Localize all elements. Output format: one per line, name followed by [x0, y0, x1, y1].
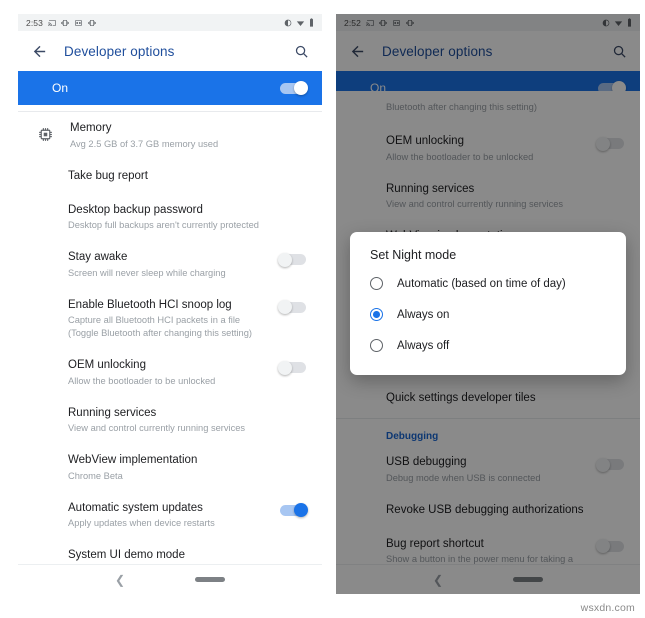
list-item-subtitle: Apply updates when device restarts — [68, 518, 215, 529]
wifi-icon — [296, 20, 305, 26]
memory-chip-icon — [34, 123, 56, 145]
radio-option-label: Automatic (based on time of day) — [397, 277, 566, 290]
radio-option-label: Always on — [397, 308, 450, 321]
nav-back-icon[interactable]: ❮ — [115, 574, 125, 586]
left-phone-screen: 2:53 Developer options On Memory Avg 2.5… — [18, 14, 322, 594]
master-toggle-switch[interactable] — [280, 81, 308, 95]
list-item-title: OEM unlocking — [68, 359, 146, 372]
list-item-subtitle: Screen will never sleep while charging — [68, 267, 226, 278]
list-item-running-services[interactable]: Running services View and control curren… — [18, 397, 322, 445]
list-item-oem-unlocking[interactable]: OEM unlocking Allow the bootloader to be… — [18, 349, 322, 397]
set-night-mode-dialog: Set Night mode Automatic (based on time … — [350, 232, 626, 375]
status-left-icons: 2:53 — [26, 18, 96, 28]
list-item-title: Automatic system updates — [68, 501, 203, 514]
radio-option-always-on[interactable]: Always on — [350, 299, 626, 330]
list-item-title: Stay awake — [68, 251, 128, 264]
list-item-title: System UI demo mode — [68, 549, 185, 562]
radio-option-label: Always off — [397, 339, 450, 352]
left-settings-list: Memory Avg 2.5 GB of 3.7 GB memory used … — [18, 112, 322, 574]
list-item-subtitle: Avg 2.5 GB of 3.7 GB memory used — [70, 138, 219, 149]
vibrate-icon-2 — [87, 19, 96, 26]
back-arrow-icon[interactable] — [30, 42, 48, 60]
bluetooth-hci-snoop-log-switch[interactable] — [278, 300, 306, 315]
radio-unselected-icon[interactable] — [370, 339, 383, 352]
left-app-bar: Developer options — [18, 31, 322, 71]
master-toggle-label: On — [52, 81, 69, 95]
dialog-title: Set Night mode — [370, 248, 457, 262]
do-not-disturb-icon — [284, 19, 292, 26]
developer-options-master-toggle-row[interactable]: On — [18, 71, 322, 105]
list-item-stay-awake[interactable]: Stay awake Screen will never sleep while… — [18, 241, 322, 289]
left-navigation-bar: ❮ — [18, 564, 322, 594]
battery-icon — [310, 18, 313, 27]
list-item-subtitle: Desktop full backups aren't currently pr… — [68, 220, 259, 231]
list-item-webview-implementation[interactable]: WebView implementation Chrome Beta — [18, 444, 322, 492]
automatic-system-updates-switch[interactable] — [280, 503, 308, 518]
left-status-bar: 2:53 — [18, 14, 322, 31]
page-title: Developer options — [64, 43, 175, 59]
list-item-subtitle: Chrome Beta — [68, 470, 123, 481]
oem-unlocking-switch[interactable] — [278, 360, 306, 375]
right-phone-screen: 2:52 Developer options On Bluetooth afte… — [336, 14, 640, 594]
list-item-take-bug-report[interactable]: Take bug report — [18, 160, 322, 194]
radio-option-automatic[interactable]: Automatic (based on time of day) — [350, 268, 626, 299]
list-item-title: Enable Bluetooth HCI snoop log — [68, 298, 232, 311]
list-item-desktop-backup-password[interactable]: Desktop backup password Desktop full bac… — [18, 194, 322, 242]
list-item-subtitle: Capture all Bluetooth HCI packets in a f… — [68, 315, 252, 339]
screenshot-icon — [75, 19, 82, 26]
list-item-memory[interactable]: Memory Avg 2.5 GB of 3.7 GB memory used — [18, 112, 322, 160]
status-clock: 2:53 — [26, 17, 43, 28]
radio-option-always-off[interactable]: Always off — [350, 330, 626, 361]
nav-home-pill[interactable] — [195, 577, 226, 582]
watermark: wsxdn.com — [580, 602, 635, 614]
list-item-title: Desktop backup password — [68, 203, 203, 216]
cast-icon — [48, 19, 56, 26]
status-right-icons — [284, 18, 314, 27]
list-item-title: WebView implementation — [68, 454, 198, 467]
radio-unselected-icon[interactable] — [370, 277, 383, 290]
list-item-bluetooth-hci-snoop-log[interactable]: Enable Bluetooth HCI snoop log Capture a… — [18, 289, 322, 350]
list-item-title: Memory — [70, 122, 112, 134]
search-icon[interactable] — [292, 42, 310, 60]
list-item-title: Take bug report — [68, 169, 148, 182]
list-item-title: Running services — [68, 406, 157, 419]
list-item-subtitle: Allow the bootloader to be unlocked — [68, 375, 216, 386]
radio-selected-icon[interactable] — [370, 308, 383, 321]
stay-awake-switch[interactable] — [278, 252, 306, 267]
list-item-subtitle: View and control currently running servi… — [68, 423, 246, 434]
vibrate-icon — [60, 19, 69, 26]
two-phone-comparison: 2:53 Developer options On Memory Avg 2.5… — [0, 0, 645, 618]
list-item-automatic-system-updates[interactable]: Automatic system updates Apply updates w… — [18, 492, 322, 540]
